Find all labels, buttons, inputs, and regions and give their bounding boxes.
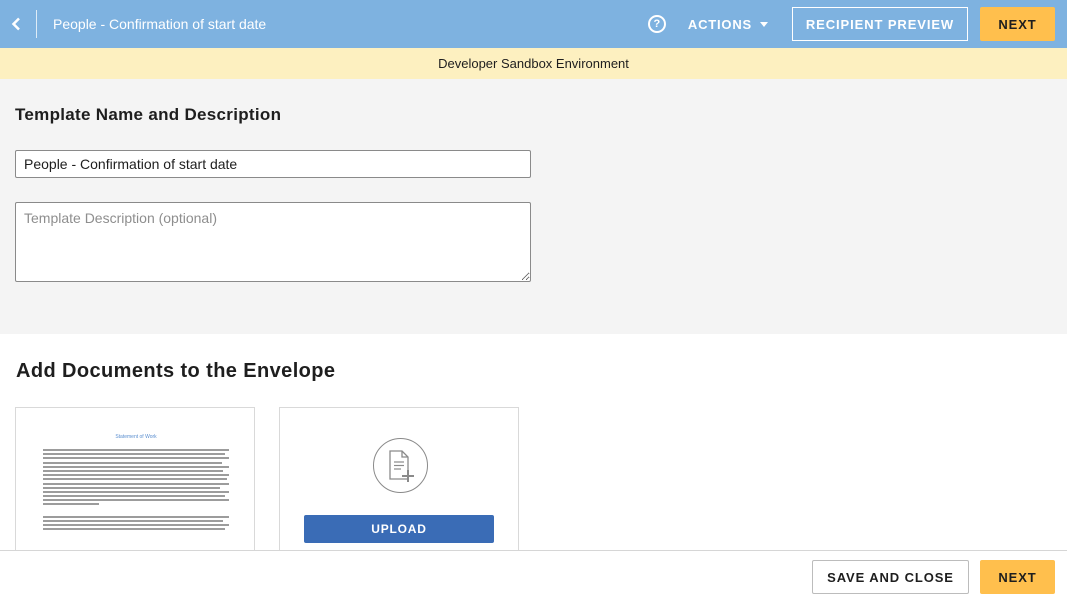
upload-button[interactable]: UPLOAD	[304, 515, 494, 543]
back-button[interactable]	[0, 0, 32, 48]
sandbox-banner-text: Developer Sandbox Environment	[438, 56, 629, 71]
chevron-left-icon	[11, 17, 20, 31]
footer-next-button[interactable]: NEXT	[980, 560, 1055, 594]
document-thumbnail-card[interactable]: Statement of Work	[15, 407, 255, 557]
actions-menu-button[interactable]: ACTIONS	[688, 17, 768, 32]
help-icon[interactable]: ?	[647, 15, 666, 33]
template-name-input[interactable]	[15, 150, 531, 178]
document-preview: Statement of Work	[43, 434, 229, 556]
sandbox-banner: Developer Sandbox Environment	[0, 48, 1067, 79]
topbar-divider	[36, 10, 37, 38]
footer-bar: SAVE AND CLOSE NEXT	[0, 550, 1067, 595]
page-title: People - Confirmation of start date	[53, 16, 267, 32]
save-and-close-button[interactable]: SAVE AND CLOSE	[812, 560, 969, 594]
template-heading: Template Name and Description	[15, 105, 282, 124]
header-next-button[interactable]: NEXT	[980, 7, 1055, 41]
top-bar: People - Confirmation of start date ? AC…	[0, 0, 1067, 48]
topbar-actions: ? ACTIONS RECIPIENT PREVIEW NEXT	[647, 0, 1055, 48]
template-section: Template Name and Description	[0, 79, 1067, 334]
actions-label: ACTIONS	[687, 16, 752, 32]
file-plus-icon	[388, 449, 414, 482]
caret-down-icon	[760, 21, 768, 27]
documents-heading: Add Documents to the Envelope	[16, 360, 336, 382]
template-description-input[interactable]	[15, 202, 531, 282]
document-preview-title: Statement of Work	[115, 434, 157, 440]
recipient-preview-button[interactable]: RECIPIENT PREVIEW	[792, 7, 968, 41]
upload-card: UPLOAD	[279, 407, 519, 557]
add-document-icon	[373, 438, 428, 493]
